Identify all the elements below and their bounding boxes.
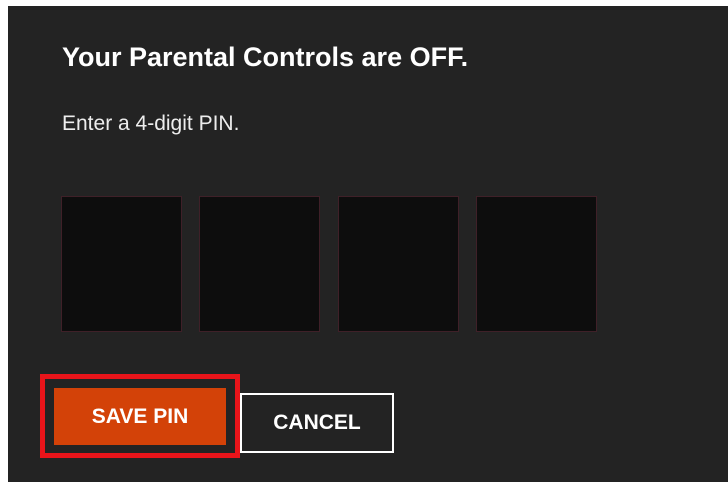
pin-digit-3-box[interactable] (338, 196, 459, 332)
dialog-title: Your Parental Controls are OFF. (62, 42, 469, 72)
pin-digit-4-box[interactable] (476, 196, 597, 332)
pin-instruction: Enter a 4-digit PIN. (62, 112, 240, 135)
pin-digit-2-box[interactable] (199, 196, 320, 332)
cancel-button[interactable]: CANCEL (240, 393, 394, 453)
pin-digit-1-box[interactable] (61, 196, 182, 332)
save-pin-button[interactable]: SAVE PIN (54, 388, 226, 445)
